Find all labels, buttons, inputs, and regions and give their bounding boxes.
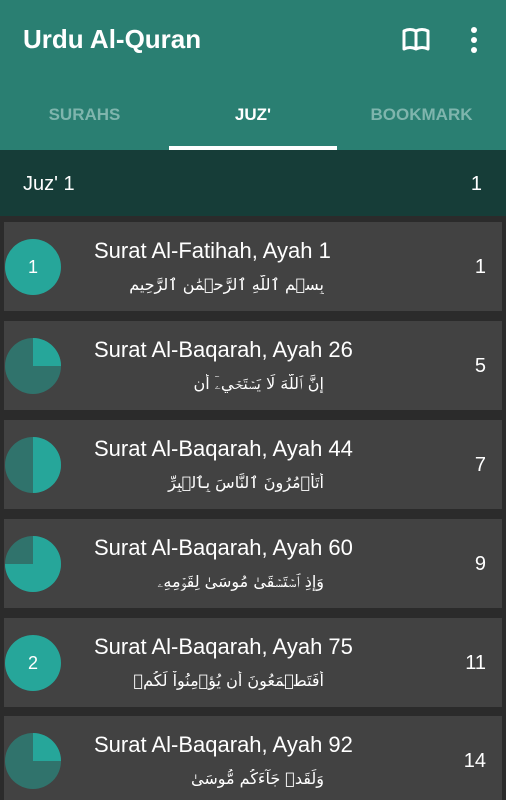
badge-number: 2 xyxy=(27,653,38,673)
list-item[interactable]: Surat Al-Baqarah, Ayah 44 أَتَأۡمُرُونَ … xyxy=(4,420,502,509)
item-page-number: 7 xyxy=(474,454,486,476)
tab-label: JUZ' xyxy=(234,105,272,124)
list-item[interactable]: Surat Al-Baqarah, Ayah 92 وَلَقَدۡ جَآءَ… xyxy=(4,716,502,800)
list-item[interactable]: 1 Surat Al-Fatihah, Ayah 1 بِسۡمِ ٱللَّه… xyxy=(4,222,502,311)
item-title: Surat Al-Fatihah, Ayah 1 xyxy=(94,238,331,263)
badge-number: 1 xyxy=(27,257,38,277)
item-arabic-text: أَتَأۡمُرُونَ ٱلنَّاسَ بِٱلۡبِرِّ xyxy=(168,473,324,492)
item-arabic-text: بِسۡمِ ٱللَّهِ ٱلرَّحۡمَٰنِ ٱلرَّحِيمِ xyxy=(129,275,324,294)
list-item[interactable]: 2 Surat Al-Baqarah, Ayah 75 أَفَتَطۡمَعُ… xyxy=(4,618,502,707)
item-arabic-text: إِنَّ ٱللَّهَ لَا يَسۡتَحۡيِۦٓ أَن xyxy=(193,374,324,393)
item-title: Surat Al-Baqarah, Ayah 92 xyxy=(94,732,353,757)
juz-page-number: 1 xyxy=(470,173,482,195)
list-item[interactable]: Surat Al-Baqarah, Ayah 26 إِنَّ ٱللَّهَ … xyxy=(4,321,502,410)
badge-number xyxy=(5,338,61,394)
item-title: Surat Al-Baqarah, Ayah 60 xyxy=(94,535,353,560)
juz-title: Juz' 1 xyxy=(23,173,75,195)
badge-number xyxy=(5,437,61,493)
item-page-number: 11 xyxy=(465,652,486,674)
tab-label: BOOKMARK xyxy=(370,105,473,124)
book-open-icon[interactable] xyxy=(400,26,432,54)
tab-label: SURAHS xyxy=(48,105,121,124)
list-item[interactable]: Surat Al-Baqarah, Ayah 60 وَإِذِ ٱسۡتَسۡ… xyxy=(4,519,502,608)
item-title: Surat Al-Baqarah, Ayah 44 xyxy=(94,436,353,461)
tab-bookmark[interactable]: BOOKMARK xyxy=(337,96,506,150)
item-page-number: 5 xyxy=(474,355,486,377)
app-bar: Urdu Al-Quran SURAHS JUZ' BOOKMARK xyxy=(0,0,506,150)
item-arabic-text: وَلَقَدۡ جَآءَكُم مُّوسَىٰ xyxy=(191,769,324,788)
tab-surahs[interactable]: SURAHS xyxy=(0,96,169,150)
tab-juz[interactable]: JUZ' xyxy=(169,96,337,150)
item-arabic-text: أَفَتَطۡمَعُونَ أَن يُؤۡمِنُواْ لَكُمۡ xyxy=(133,671,324,690)
item-title: Surat Al-Baqarah, Ayah 26 xyxy=(94,337,353,362)
app-title: Urdu Al-Quran xyxy=(23,24,202,54)
badge-number xyxy=(5,733,61,789)
badge-number xyxy=(5,536,61,592)
item-arabic-text: وَإِذِ ٱسۡتَسۡقَىٰ مُوسَىٰ لِقَوۡمِهِۦ xyxy=(157,572,324,591)
more-vert-icon[interactable] xyxy=(462,24,486,56)
juz-header: Juz' 1 1 xyxy=(0,150,506,216)
item-title: Surat Al-Baqarah, Ayah 75 xyxy=(94,634,353,659)
item-page-number: 1 xyxy=(474,256,486,278)
item-page-number: 14 xyxy=(463,750,486,772)
item-page-number: 9 xyxy=(474,553,486,575)
